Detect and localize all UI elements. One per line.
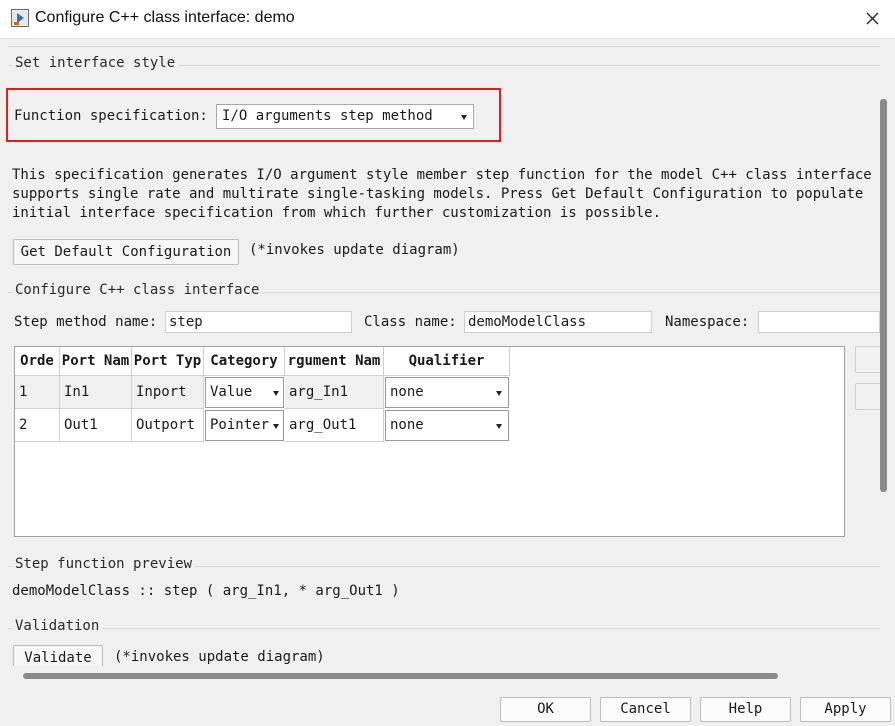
get-default-configuration-button[interactable]: Get Default Configuration bbox=[13, 239, 239, 265]
table-row-2-qualifier-dropdown[interactable]: none bbox=[385, 410, 509, 441]
step-method-input[interactable]: step bbox=[165, 311, 352, 333]
group-title-preview: Step function preview bbox=[12, 556, 196, 572]
table-row-2-category: Pointer bbox=[210, 417, 270, 433]
table-row-1-port-type: Inport bbox=[132, 376, 204, 409]
close-button[interactable] bbox=[850, 0, 895, 38]
class-name-label: Class name: bbox=[364, 314, 457, 330]
table-row-2-qualifier: none bbox=[390, 417, 424, 433]
group-title-validation: Validation bbox=[12, 618, 103, 634]
class-name-input[interactable]: demoModelClass bbox=[464, 311, 652, 333]
group-title-interface-style: Set interface style bbox=[12, 55, 179, 71]
side-button-add[interactable] bbox=[855, 346, 880, 373]
chevron-down-icon bbox=[496, 391, 502, 396]
table-row-1-argument-name[interactable]: arg_In1 bbox=[285, 376, 384, 409]
horizontal-scrollbar[interactable] bbox=[23, 673, 778, 679]
namespace-label: Namespace: bbox=[665, 314, 750, 330]
description-line-3: initial interface specification from whi… bbox=[12, 205, 662, 221]
column-header-category[interactable]: Category bbox=[204, 347, 285, 376]
table-row-1-order: 1 bbox=[15, 376, 60, 409]
simulink-app-icon bbox=[11, 9, 29, 27]
column-header-argument-name[interactable]: rgument Nam bbox=[285, 347, 384, 376]
validate-button[interactable]: Validate bbox=[13, 645, 103, 666]
vertical-scrollbar[interactable] bbox=[880, 99, 887, 492]
namespace-input[interactable] bbox=[758, 311, 880, 333]
table-row-2-port-name: Out1 bbox=[60, 409, 132, 442]
chevron-down-icon bbox=[273, 391, 279, 396]
column-header-port-name[interactable]: Port Nam bbox=[60, 347, 132, 376]
table-row-2-port-type: Outport bbox=[132, 409, 204, 442]
table-row-1-category: Value bbox=[210, 384, 253, 400]
highlight-box bbox=[6, 88, 501, 142]
table-row-2-argument-name[interactable]: arg_Out1 bbox=[285, 409, 384, 442]
column-header-order[interactable]: Orde bbox=[15, 347, 60, 376]
group-divider bbox=[8, 628, 880, 629]
get-default-note: (*invokes update diagram) bbox=[249, 242, 460, 258]
validate-note: (*invokes update diagram) bbox=[114, 649, 325, 665]
table-row-1-category-dropdown[interactable]: Value bbox=[205, 377, 284, 408]
table-row-1-qualifier-dropdown[interactable]: none bbox=[385, 377, 509, 408]
side-button-remove[interactable] bbox=[855, 383, 880, 410]
close-icon bbox=[866, 12, 879, 25]
group-title-class-interface: Configure C++ class interface bbox=[12, 282, 263, 298]
description-line-2: supports single rate and multirate singl… bbox=[12, 186, 864, 202]
chevron-down-icon bbox=[273, 424, 279, 429]
column-header-port-type[interactable]: Port Typ bbox=[132, 347, 204, 376]
chevron-down-icon bbox=[496, 424, 502, 429]
step-function-preview-text: demoModelClass :: step ( arg_In1, * arg_… bbox=[12, 583, 400, 599]
top-divider bbox=[8, 46, 880, 47]
window-title: Configure C++ class interface: demo bbox=[35, 9, 295, 26]
title-bar: Configure C++ class interface: demo bbox=[0, 0, 895, 39]
table-row-2-order: 2 bbox=[15, 409, 60, 442]
help-button[interactable]: Help bbox=[700, 697, 791, 722]
table-row-1-qualifier: none bbox=[390, 384, 424, 400]
table-row-1-port-name: In1 bbox=[60, 376, 132, 409]
description-line-1: This specification generates I/O argumen… bbox=[12, 167, 872, 183]
step-method-label: Step method name: bbox=[14, 314, 158, 330]
ok-button[interactable]: OK bbox=[500, 697, 591, 722]
cancel-button[interactable]: Cancel bbox=[600, 697, 691, 722]
apply-button[interactable]: Apply bbox=[800, 697, 891, 722]
interface-table[interactable]: Orde Port Nam Port Typ Category rgument … bbox=[14, 346, 845, 537]
table-row-2-category-dropdown[interactable]: Pointer bbox=[205, 410, 284, 441]
column-header-qualifier[interactable]: Qualifier bbox=[384, 347, 510, 376]
